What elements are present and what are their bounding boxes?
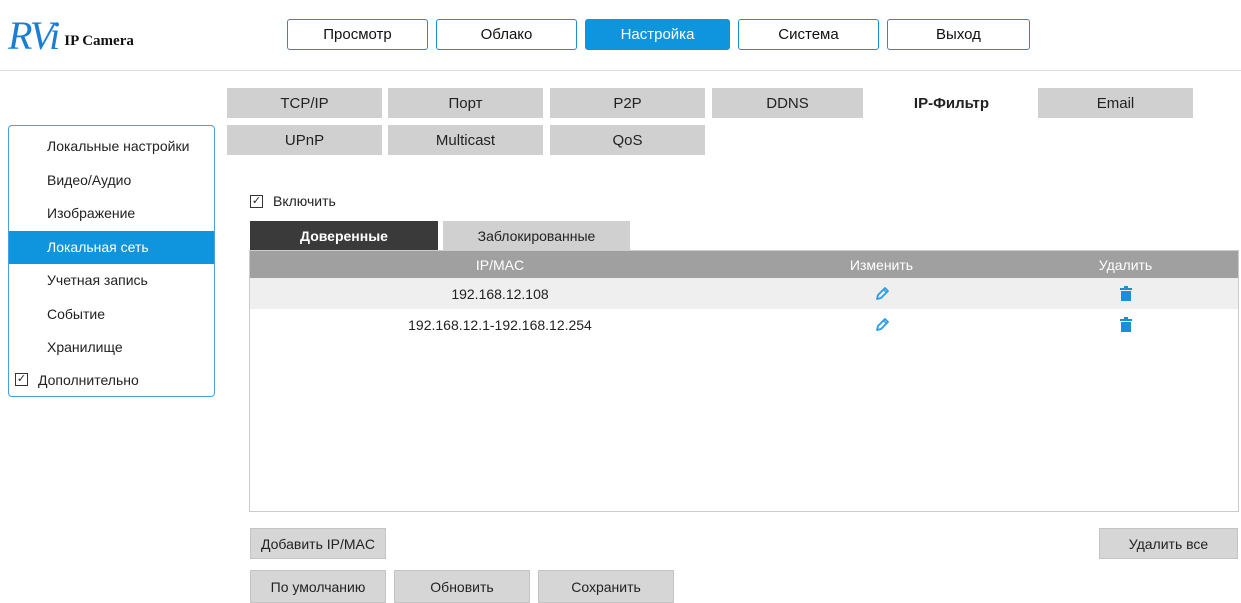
sidebar-item-network[interactable]: Локальная сеть — [9, 230, 214, 264]
nav-view-button[interactable]: Просмотр — [287, 19, 428, 50]
tab-email[interactable]: Email — [1038, 88, 1193, 118]
advanced-label: Дополнительно — [38, 371, 139, 388]
nav-system-button[interactable]: Система — [738, 19, 879, 50]
tab-p2p[interactable]: P2P — [550, 88, 705, 118]
tab-ddns[interactable]: DDNS — [712, 88, 863, 118]
delete-all-button[interactable]: Удалить все — [1099, 528, 1238, 559]
enable-checkbox[interactable]: ✓ — [250, 194, 263, 208]
delete-trash-icon[interactable] — [1119, 317, 1132, 332]
header-edit: Изменить — [849, 256, 914, 273]
delete-trash-icon[interactable] — [1119, 286, 1132, 301]
sidebar-item-event[interactable]: Событие — [9, 298, 214, 332]
sidebar-item-local-settings[interactable]: Локальные настройки — [9, 130, 214, 164]
sidebar-item-storage[interactable]: Хранилище — [9, 331, 214, 365]
subtab-blocked[interactable]: Заблокированные — [443, 221, 630, 250]
brand-logo: RVi IP Camera — [8, 13, 134, 58]
header-ip-mac: IP/MAC — [475, 256, 525, 273]
top-nav: Просмотр Облако Настройка Система Выход — [287, 19, 1030, 50]
sidebar-item-advanced[interactable]: ✓ Дополнительно — [9, 365, 214, 395]
edit-pencil-icon[interactable] — [873, 316, 891, 334]
sidebar-item-video-audio[interactable]: Видео/Аудио — [9, 164, 214, 198]
sidebar: Локальные настройки Видео/Аудио Изображе… — [8, 125, 215, 397]
save-button[interactable]: Сохранить — [538, 570, 674, 603]
sidebar-item-account[interactable]: Учетная запись — [9, 264, 214, 298]
tab-ip-filter[interactable]: IP-Фильтр — [870, 88, 1033, 118]
enable-option[interactable]: ✓ Включить — [250, 193, 336, 209]
table-header: IP/MAC Изменить Удалить — [250, 251, 1238, 278]
tab-port[interactable]: Порт — [388, 88, 543, 118]
tab-qos[interactable]: QoS — [550, 125, 705, 155]
nav-logout-button[interactable]: Выход — [887, 19, 1030, 50]
logo-mark: RVi — [8, 13, 60, 58]
nav-settings-button[interactable]: Настройка — [585, 19, 730, 50]
logo-text: IP Camera — [64, 33, 134, 49]
header-delete: Удалить — [1098, 256, 1153, 273]
header-divider — [0, 70, 1241, 71]
table-row: 192.168.12.108 — [250, 278, 1238, 309]
advanced-checkbox[interactable]: ✓ — [15, 373, 28, 386]
edit-pencil-icon[interactable] — [873, 285, 891, 303]
refresh-button[interactable]: Обновить — [394, 570, 530, 603]
default-button[interactable]: По умолчанию — [250, 570, 386, 603]
tab-upnp[interactable]: UPnP — [227, 125, 382, 155]
nav-cloud-button[interactable]: Облако — [436, 19, 577, 50]
subtab-trusted[interactable]: Доверенные — [250, 221, 438, 250]
ip-filter-table: IP/MAC Изменить Удалить 192.168.12.108 1… — [249, 250, 1239, 512]
tab-tcpip[interactable]: TCP/IP — [227, 88, 382, 118]
table-row: 192.168.12.1-192.168.12.254 — [250, 309, 1238, 340]
row-ip: 192.168.12.1-192.168.12.254 — [408, 316, 592, 333]
row-ip: 192.168.12.108 — [451, 285, 549, 302]
tab-multicast[interactable]: Multicast — [388, 125, 543, 155]
enable-label: Включить — [273, 193, 336, 209]
sidebar-item-image[interactable]: Изображение — [9, 197, 214, 231]
add-ip-mac-button[interactable]: Добавить IP/MAC — [250, 528, 386, 559]
